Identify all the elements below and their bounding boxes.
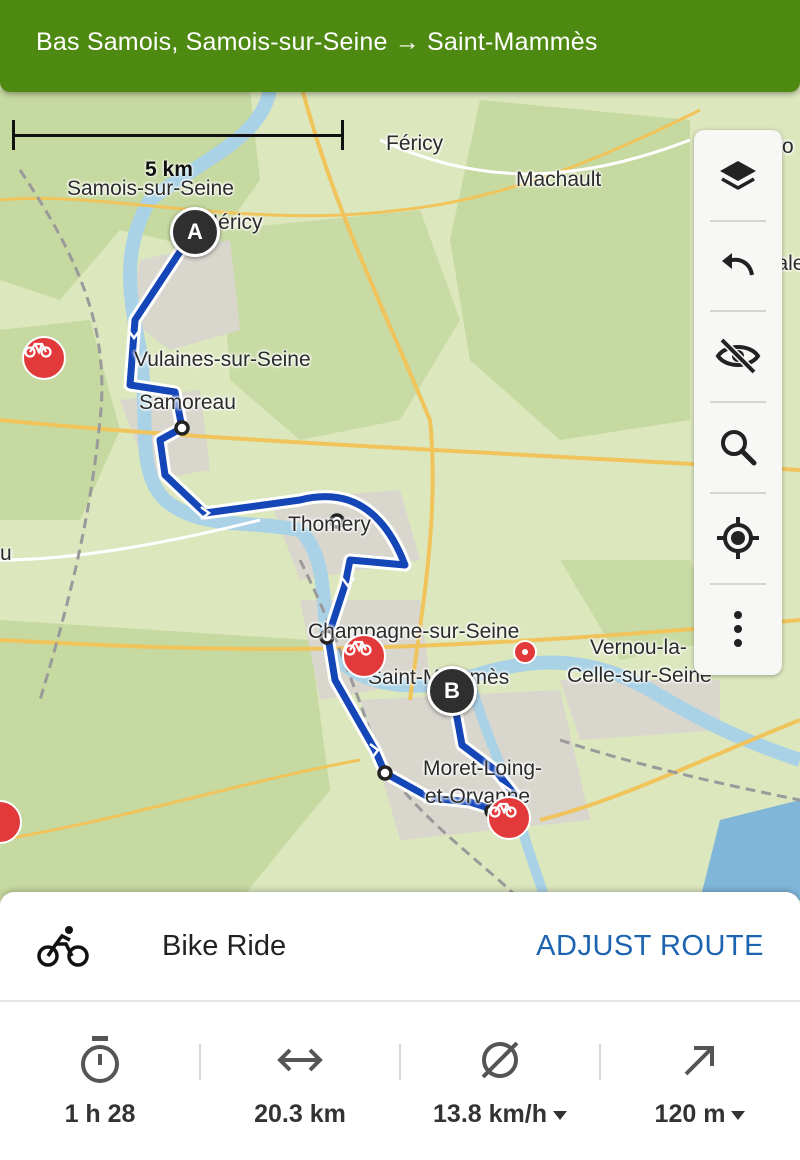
- place-label: Moret-Loing-: [423, 757, 543, 780]
- horizontal-arrows-icon: [277, 1048, 323, 1072]
- route-end-marker[interactable]: B: [427, 666, 477, 716]
- elevation-dropdown-caret[interactable]: [731, 1110, 746, 1120]
- place-label: Celle-sur-Seine: [567, 664, 712, 687]
- elevation-value: 120 m: [654, 1100, 726, 1128]
- speed-stat[interactable]: 13.8 km/h: [400, 1032, 600, 1142]
- more-vertical-icon: [734, 611, 742, 647]
- distance-stat: 20.3 km: [200, 1032, 400, 1142]
- elevation-stat[interactable]: 120 m: [600, 1032, 800, 1142]
- undo-button[interactable]: [694, 224, 782, 306]
- bike-icon: [24, 342, 52, 358]
- average-icon: [481, 1041, 519, 1079]
- route-start-marker[interactable]: A: [170, 207, 220, 257]
- distance-value: 20.3 km: [254, 1100, 346, 1128]
- duration-value: 1 h 28: [64, 1100, 136, 1128]
- place-label: Vulaines-sur-Seine: [134, 348, 311, 371]
- place-label: Machault: [516, 168, 602, 191]
- arrow-up-right-icon: [684, 1046, 714, 1076]
- scale-bar: [12, 120, 344, 150]
- locate-icon: [717, 517, 759, 559]
- bike-icon: [37, 926, 89, 967]
- speed-value: 13.8 km/h: [433, 1100, 547, 1128]
- hide-route-button[interactable]: [694, 315, 782, 397]
- place-label: Thomery: [288, 513, 371, 536]
- activity-row: Bike Ride ADJUST ROUTE: [0, 892, 800, 1002]
- duration-stat: 1 h 28: [0, 1032, 200, 1142]
- speed-dropdown-caret[interactable]: [552, 1110, 567, 1120]
- map-view[interactable]: 5 km Féricy Pamfo Machault Samois-sur-Se…: [0, 0, 800, 900]
- bike-poi-marker[interactable]: [22, 336, 66, 380]
- bike-poi-marker[interactable]: [487, 796, 531, 840]
- waypoint: [377, 765, 393, 781]
- activity-type-button[interactable]: [36, 922, 90, 975]
- undo-icon: [722, 253, 754, 276]
- search-icon: [721, 430, 757, 466]
- search-button[interactable]: [694, 406, 782, 488]
- waypoint: [174, 420, 190, 436]
- more-options-button[interactable]: [694, 588, 782, 670]
- place-label: Féricy: [386, 132, 444, 155]
- place-label: u: [0, 542, 12, 565]
- bike-icon: [489, 802, 517, 818]
- route-summary-panel: Bike Ride ADJUST ROUTE 1 h 28 20.3 km 13…: [0, 892, 800, 1160]
- route-title: Bas Samois, Samois-sur-Seine → Saint-Mam…: [36, 28, 598, 56]
- bike-poi-marker[interactable]: [342, 634, 386, 678]
- adjust-route-button[interactable]: ADJUST ROUTE: [536, 930, 764, 963]
- map-toolbar: [694, 130, 782, 675]
- layers-icon: [720, 161, 756, 190]
- place-label: Vernou-la-: [590, 636, 687, 659]
- bike-icon: [344, 640, 372, 656]
- activity-label: Bike Ride: [162, 930, 287, 962]
- locate-button[interactable]: [694, 497, 782, 579]
- place-label: Samoreau: [139, 391, 236, 414]
- eye-off-icon: [715, 337, 761, 375]
- layers-button[interactable]: [694, 136, 782, 218]
- place-label: Samois-sur-Seine: [67, 177, 234, 200]
- stopwatch-icon: [81, 1036, 119, 1083]
- place-label: Champagne-sur-Seine: [308, 620, 520, 643]
- app-header: Bas Samois, Samois-sur-Seine → Saint-Mam…: [0, 0, 800, 92]
